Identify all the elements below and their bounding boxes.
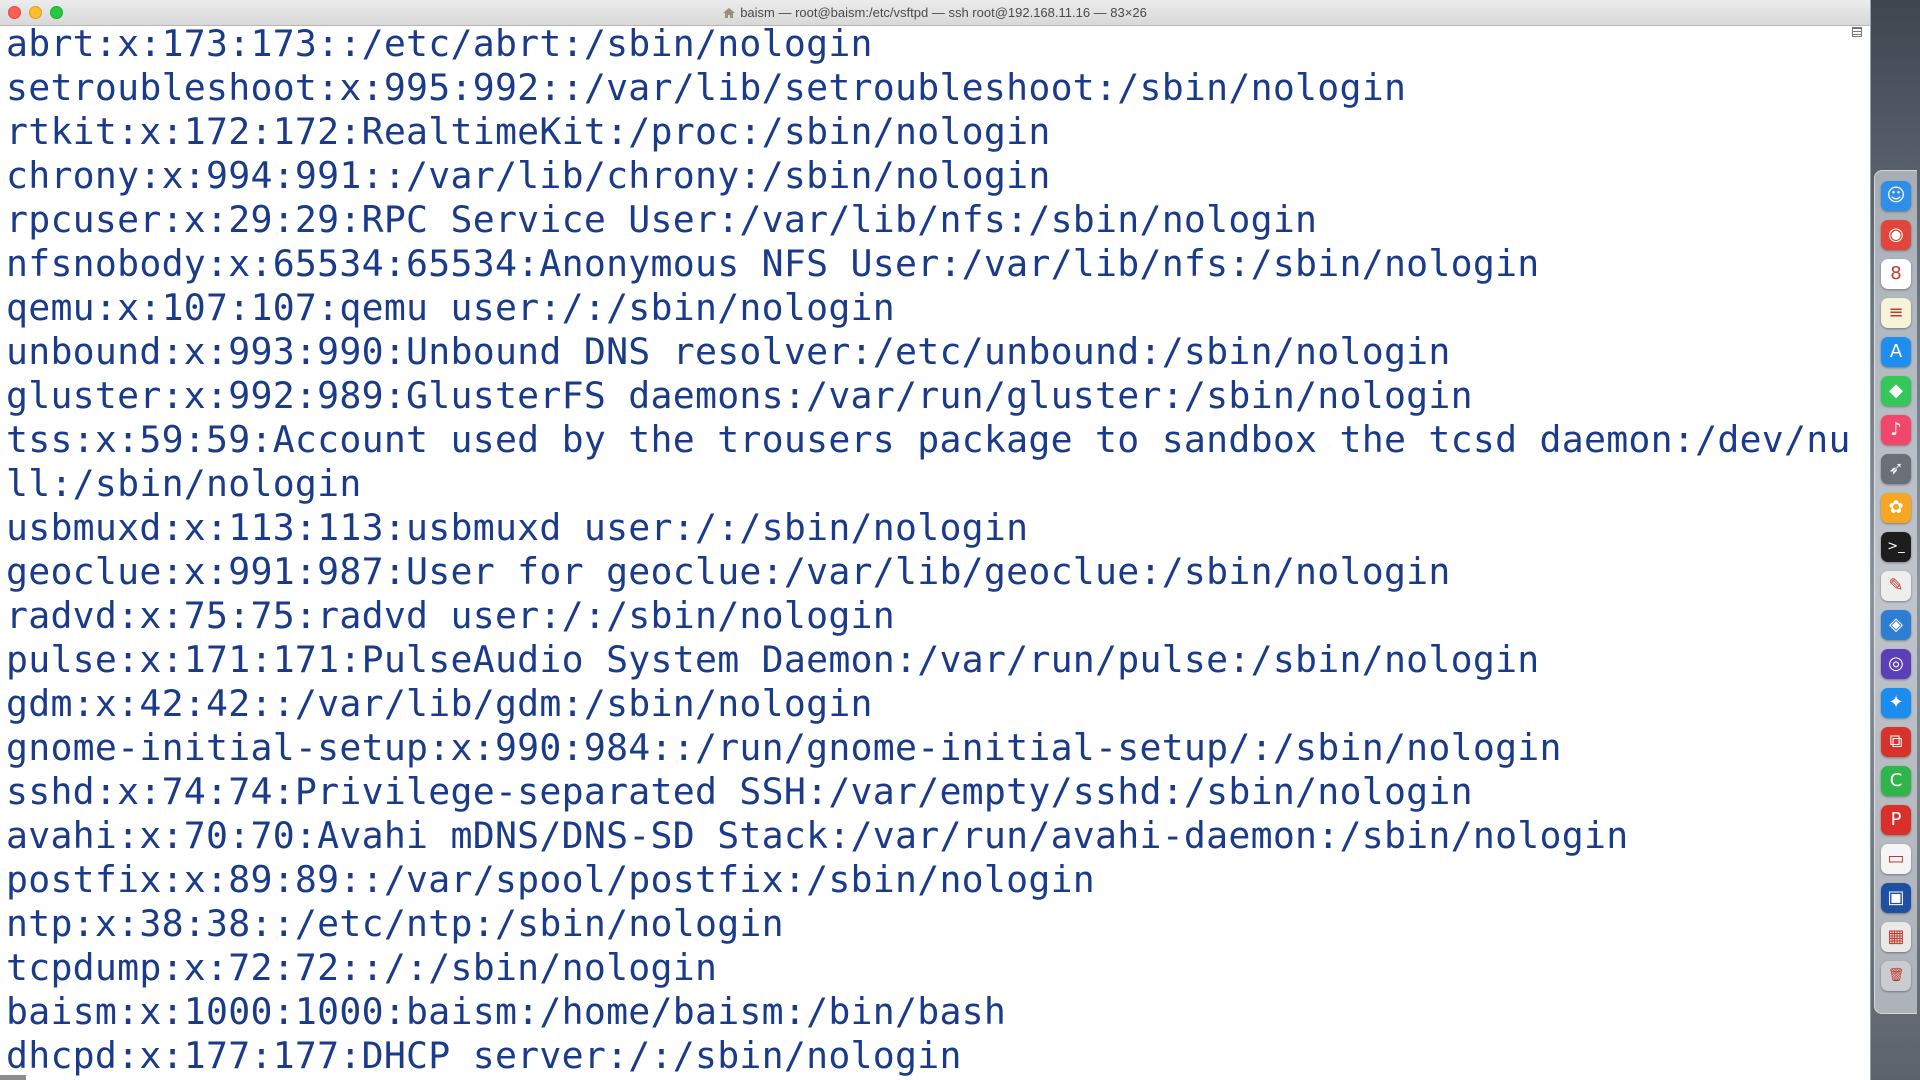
chrome-icon[interactable]: ◉: [1881, 220, 1911, 250]
dock: ☺ ◉ 8 ≡ A ◆ ♪ ➶ ✿ >_ ✎ ◈ ◎ ✦ ⧉ C P ▭ ▣ ▦ 🗑: [1874, 170, 1917, 1014]
terminal-line: nfsnobody:x:65534:65534:Anonymous NFS Us…: [6, 242, 1540, 285]
xcode-icon[interactable]: ◈: [1881, 610, 1911, 640]
siri-icon[interactable]: ◎: [1881, 649, 1911, 679]
calendar-icon[interactable]: 8: [1881, 259, 1911, 289]
pdf-reader-icon[interactable]: P: [1881, 805, 1911, 835]
terminal-line: chrony:x:994:991::/var/lib/chrony:/sbin/…: [6, 154, 1051, 197]
terminal-line: gdm:x:42:42::/var/lib/gdm:/sbin/nologin: [6, 682, 873, 725]
terminal-line: ntp:x:38:38::/etc/ntp:/sbin/nologin: [6, 902, 784, 945]
terminal-line: tss:x:59:59:Account used by the trousers…: [6, 418, 1851, 461]
facetime-icon[interactable]: C: [1881, 766, 1911, 796]
terminal-line: ll:/sbin/nologin: [6, 462, 362, 505]
trash-icon[interactable]: 🗑: [1881, 961, 1911, 991]
screen-app-icon[interactable]: ▣: [1881, 883, 1911, 913]
terminal-line: pulse:x:171:171:PulseAudio System Daemon…: [6, 638, 1540, 681]
terminal-line: baism:x:1000:1000:baism:/home/baism:/bin…: [6, 990, 1007, 1033]
terminal-line: gnome-initial-setup:x:990:984::/run/gnom…: [6, 726, 1562, 769]
terminal-window[interactable]: baism — root@baism:/etc/vsftpd — ssh roo…: [0, 0, 1871, 1080]
terminal-line: tcpdump:x:72:72::/:/sbin/nologin: [6, 946, 718, 989]
terminal-line: dhcpd:x:177:177:DHCP server:/:/sbin/nolo…: [6, 1034, 962, 1077]
terminal-line: qemu:x:107:107:qemu user:/:/sbin/nologin: [6, 286, 895, 329]
terminal-line: abrt:x:173:173::/etc/abrt:/sbin/nologin: [6, 22, 873, 65]
launchpad-icon[interactable]: ➶: [1881, 454, 1911, 484]
document-icon[interactable]: ▭: [1881, 844, 1911, 874]
terminal-line: setroubleshoot:x:995:992::/var/lib/setro…: [6, 66, 1407, 109]
terminal-line: rtkit:x:172:172:RealtimeKit:/proc:/sbin/…: [6, 110, 1051, 153]
terminal-line: radvd:x:75:75:radvd user:/:/sbin/nologin: [6, 594, 895, 637]
photos-icon[interactable]: ✿: [1881, 493, 1911, 523]
app-store-icon[interactable]: A: [1881, 337, 1911, 367]
notes-icon[interactable]: ≡: [1881, 298, 1911, 328]
terminal-icon[interactable]: >_: [1881, 532, 1911, 562]
terminal-line: avahi:x:70:70:Avahi mDNS/DNS-SD Stack:/v…: [6, 814, 1629, 857]
terminal-line: postfix:x:89:89::/var/spool/postfix:/sbi…: [6, 858, 1096, 901]
terminal-line: rpcuser:x:29:29:RPC Service User:/var/li…: [6, 198, 1318, 241]
finder-icon[interactable]: ☺: [1881, 181, 1911, 211]
terminal-line: gluster:x:992:989:GlusterFS daemons:/var…: [6, 374, 1473, 417]
video-app-icon[interactable]: ▦: [1881, 922, 1911, 952]
terminal-line: geoclue:x:991:987:User for geoclue:/var/…: [6, 550, 1451, 593]
music-icon[interactable]: ♪: [1881, 415, 1911, 445]
terminal-line: sshd:x:74:74:Privilege-separated SSH:/va…: [6, 770, 1473, 813]
textedit-icon[interactable]: ✎: [1881, 571, 1911, 601]
home-folder-icon: [723, 8, 736, 18]
terminal-line: usbmuxd:x:113:113:usbmuxd user:/:/sbin/n…: [6, 506, 1029, 549]
terminal-output[interactable]: abrt:x:173:173::/etc/abrt:/sbin/nologin s…: [6, 22, 1856, 1080]
window-title: baism — root@baism:/etc/vsftpd — ssh roo…: [740, 5, 1147, 20]
messages-icon[interactable]: ◆: [1881, 376, 1911, 406]
remote-desktop-icon[interactable]: ⧉: [1881, 727, 1911, 757]
terminal-line: unbound:x:993:990:Unbound DNS resolver:/…: [6, 330, 1451, 373]
safari-icon[interactable]: ✦: [1881, 688, 1911, 718]
terminal-cursor: [0, 1075, 26, 1080]
